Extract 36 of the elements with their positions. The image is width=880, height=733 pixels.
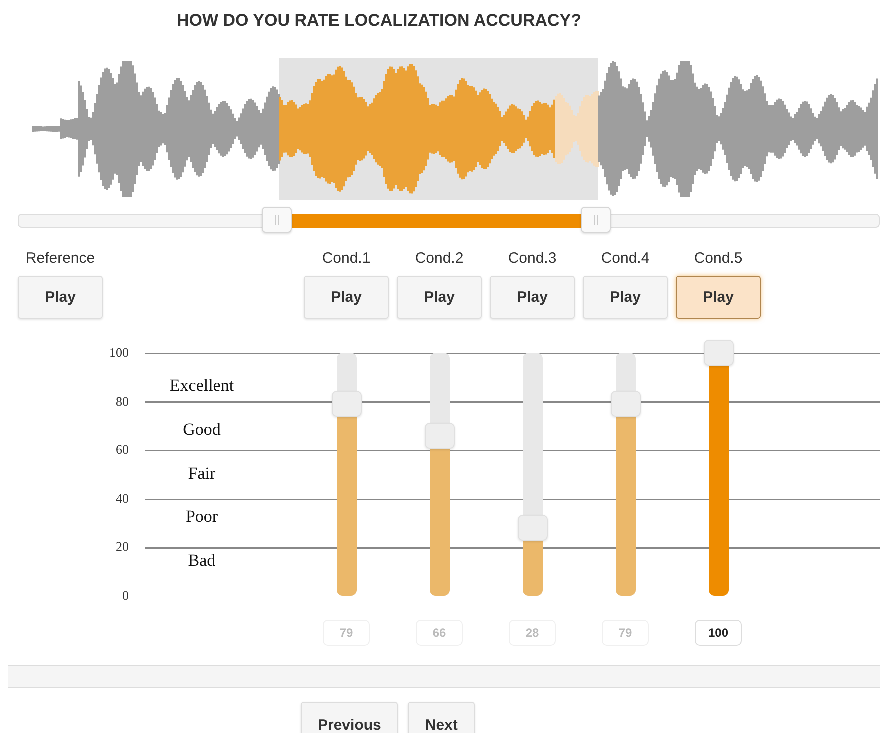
play-button[interactable]: Play	[583, 276, 668, 319]
slider-thumb[interactable]	[332, 391, 362, 418]
play-button[interactable]: Play	[304, 276, 389, 319]
axis-tick-label: 20	[116, 540, 129, 554]
reference-label: Reference	[26, 250, 96, 267]
rating-value: 79	[602, 620, 649, 646]
next-button[interactable]: Next	[408, 702, 475, 733]
play-button[interactable]: Play	[18, 276, 103, 319]
rating-category-label: Good	[182, 420, 222, 441]
rating-category-label: Poor	[184, 508, 220, 528]
rating-category-label: Bad	[187, 552, 217, 572]
rating-value: 79	[323, 620, 370, 646]
rating-value: 100	[695, 620, 742, 646]
condition-label: Cond.3	[508, 250, 557, 267]
slider-thumb[interactable]	[610, 391, 640, 418]
play-button[interactable]: Play	[397, 276, 482, 319]
slider-thumb[interactable]	[518, 514, 548, 541]
play-button[interactable]: Play	[490, 276, 575, 319]
axis-tick-label: 60	[116, 443, 129, 458]
condition-label: Cond.5	[694, 250, 743, 267]
axis-tick-label: 0	[122, 588, 129, 603]
axis-tick-label: 40	[116, 492, 129, 506]
axis-tick-label: 100	[110, 346, 129, 360]
condition-label: Cond.1	[322, 250, 371, 267]
previous-button[interactable]: Previous	[301, 702, 398, 733]
question-title: HOW DO YOU RATE LOCALIZATION ACCURACY?	[176, 10, 583, 31]
condition-label: Cond.2	[415, 250, 464, 267]
slider-thumb[interactable]	[424, 422, 454, 449]
rating-category-label: Excellent	[168, 377, 236, 397]
rating-value: 28	[509, 620, 556, 646]
rating-category-label: Fair	[187, 464, 217, 485]
axis-tick-label: 80	[116, 394, 129, 409]
play-button[interactable]: Play	[676, 276, 761, 319]
condition-label: Cond.4	[601, 250, 650, 267]
rating-value: 66	[416, 620, 463, 646]
slider-thumb[interactable]	[704, 340, 734, 366]
